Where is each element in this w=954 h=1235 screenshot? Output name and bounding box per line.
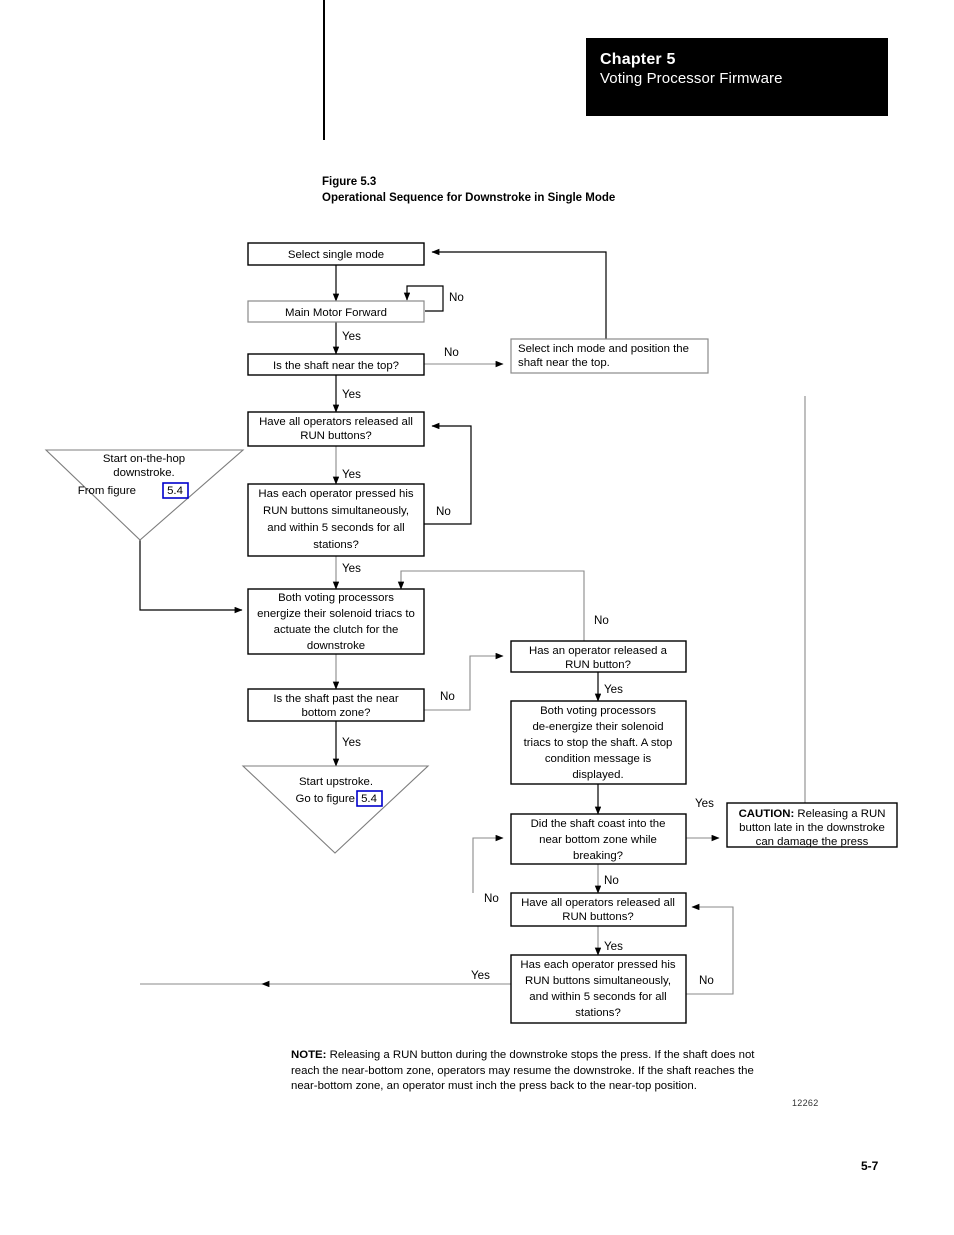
node-select-inch-mode-line-0: Select inch mode and position the [518,343,689,355]
edge-label-operator-released-no: No [594,614,609,627]
edge-label-motor-no: No [449,291,464,304]
node-shaft-past-near-bottom-line-1: bottom zone? [301,707,370,719]
node-energize-solenoid-triacs-line-2: actuate the clutch for the [274,624,399,636]
node-energize-solenoid-triacs-line-1: energize their solenoid triacs to [257,608,415,620]
node-operators-released-all-run-2-line-1: RUN buttons? [562,911,634,923]
node-each-operator-pressed-1-line-3: stations? [313,539,359,551]
connector-start-upstroke-line-1: Go to figure [295,793,355,805]
connector-start-upstroke-line-0: Start upstroke. [299,776,373,788]
edge-label-past-bottom-no: No [440,690,455,703]
figure-link-5-4-to-label: 5.4 [361,793,377,805]
node-de-energize-solenoid-triacs-line-2: triacs to stop the shaft. A stop [524,737,673,749]
connector-start-on-the-hop-line-0: Start on-the-hop [103,453,185,465]
edge-label-released-1-yes: Yes [342,468,361,481]
node-each-operator-pressed-1-line-1: RUN buttons simultaneously, [263,505,409,517]
node-each-operator-pressed-1-line-0: Has each operator pressed his [258,488,413,500]
node-shaft-coast-near-bottom-line-2: breaking? [573,850,623,862]
caution-line-1: CAUTION: Releasing a RUN [739,808,886,820]
caution-line-3: can damage the press [756,836,869,848]
node-shaft-near-top-line-0: Is the shaft near the top? [273,360,399,372]
node-energize-solenoid-triacs-line-3: downstroke [307,640,365,652]
edge-label-pressed-2-yes: Yes [471,969,490,982]
note-label: NOTE: [291,1049,327,1061]
page-number: 5-7 [861,1159,879,1173]
edge-label-pressed-1-no: No [436,505,451,518]
figure-link-5-4-from-label: 5.4 [167,485,183,497]
node-operators-released-all-run-1-line-0: Have all operators released all [259,416,413,428]
edge-label-pressed-1-yes: Yes [342,562,361,575]
edge-label-released-2-yes: Yes [604,940,623,953]
note-text: Releasing a RUN button during the downst… [291,1049,755,1093]
node-shaft-past-near-bottom-line-0: Is the shaft past the near [273,693,399,705]
note-block: NOTE: Releasing a RUN button during the … [291,1048,756,1095]
node-de-energize-solenoid-triacs-line-1: de-energize their solenoid [532,721,663,733]
figure-id: 12262 [792,1098,819,1108]
edge-label-operator-released-yes: Yes [604,683,623,696]
edge-label-near-top-yes: Yes [342,388,361,401]
node-main-motor-forward-line-0: Main Motor Forward [285,307,387,319]
edge-label-pressed-2-no: No [699,974,714,987]
node-de-energize-solenoid-triacs-line-4: displayed. [572,769,623,781]
node-each-operator-pressed-2-line-3: stations? [575,1007,621,1019]
edge-label-coast-yes: Yes [695,797,714,810]
caution-label: CAUTION: [739,808,795,820]
node-de-energize-solenoid-triacs-line-3: condition message is [545,753,652,765]
node-operator-released-run-line-1: RUN button? [565,659,631,671]
node-operators-released-all-run-2-line-0: Have all operators released all [521,897,675,909]
node-each-operator-pressed-2-line-2: and within 5 seconds for all [529,991,666,1003]
node-each-operator-pressed-2-line-0: Has each operator pressed his [520,959,675,971]
caution-line-1-rest: Releasing a RUN [794,808,885,820]
node-shaft-coast-near-bottom-line-1: near bottom zone while [539,834,657,846]
node-de-energize-solenoid-triacs-line-0: Both voting processors [540,705,656,717]
node-energize-solenoid-triacs-line-0: Both voting processors [278,592,394,604]
connector-start-on-the-hop-line-2: From figure [78,485,136,497]
edge-label-coast-loop-no: No [484,892,499,905]
node-each-operator-pressed-2-line-1: RUN buttons simultaneously, [525,975,671,987]
edge-label-coast-no: No [604,874,619,887]
node-select-single-mode-line-0: Select single mode [288,249,384,261]
edge-label-near-top-no: No [444,346,459,359]
connector-start-on-the-hop-line-1: downstroke. [113,467,174,479]
edge-label-past-bottom-yes: Yes [342,736,361,749]
node-operator-released-run-line-0: Has an operator released a [529,645,668,657]
edge-label-motor-yes: Yes [342,330,361,343]
node-shaft-coast-near-bottom-line-0: Did the shaft coast into the [531,818,666,830]
node-select-inch-mode-line-1: shaft near the top. [518,357,610,369]
node-each-operator-pressed-1-line-2: and within 5 seconds for all [267,522,404,534]
node-operators-released-all-run-1-line-1: RUN buttons? [300,430,372,442]
caution-line-2: button late in the downstroke [739,822,885,834]
